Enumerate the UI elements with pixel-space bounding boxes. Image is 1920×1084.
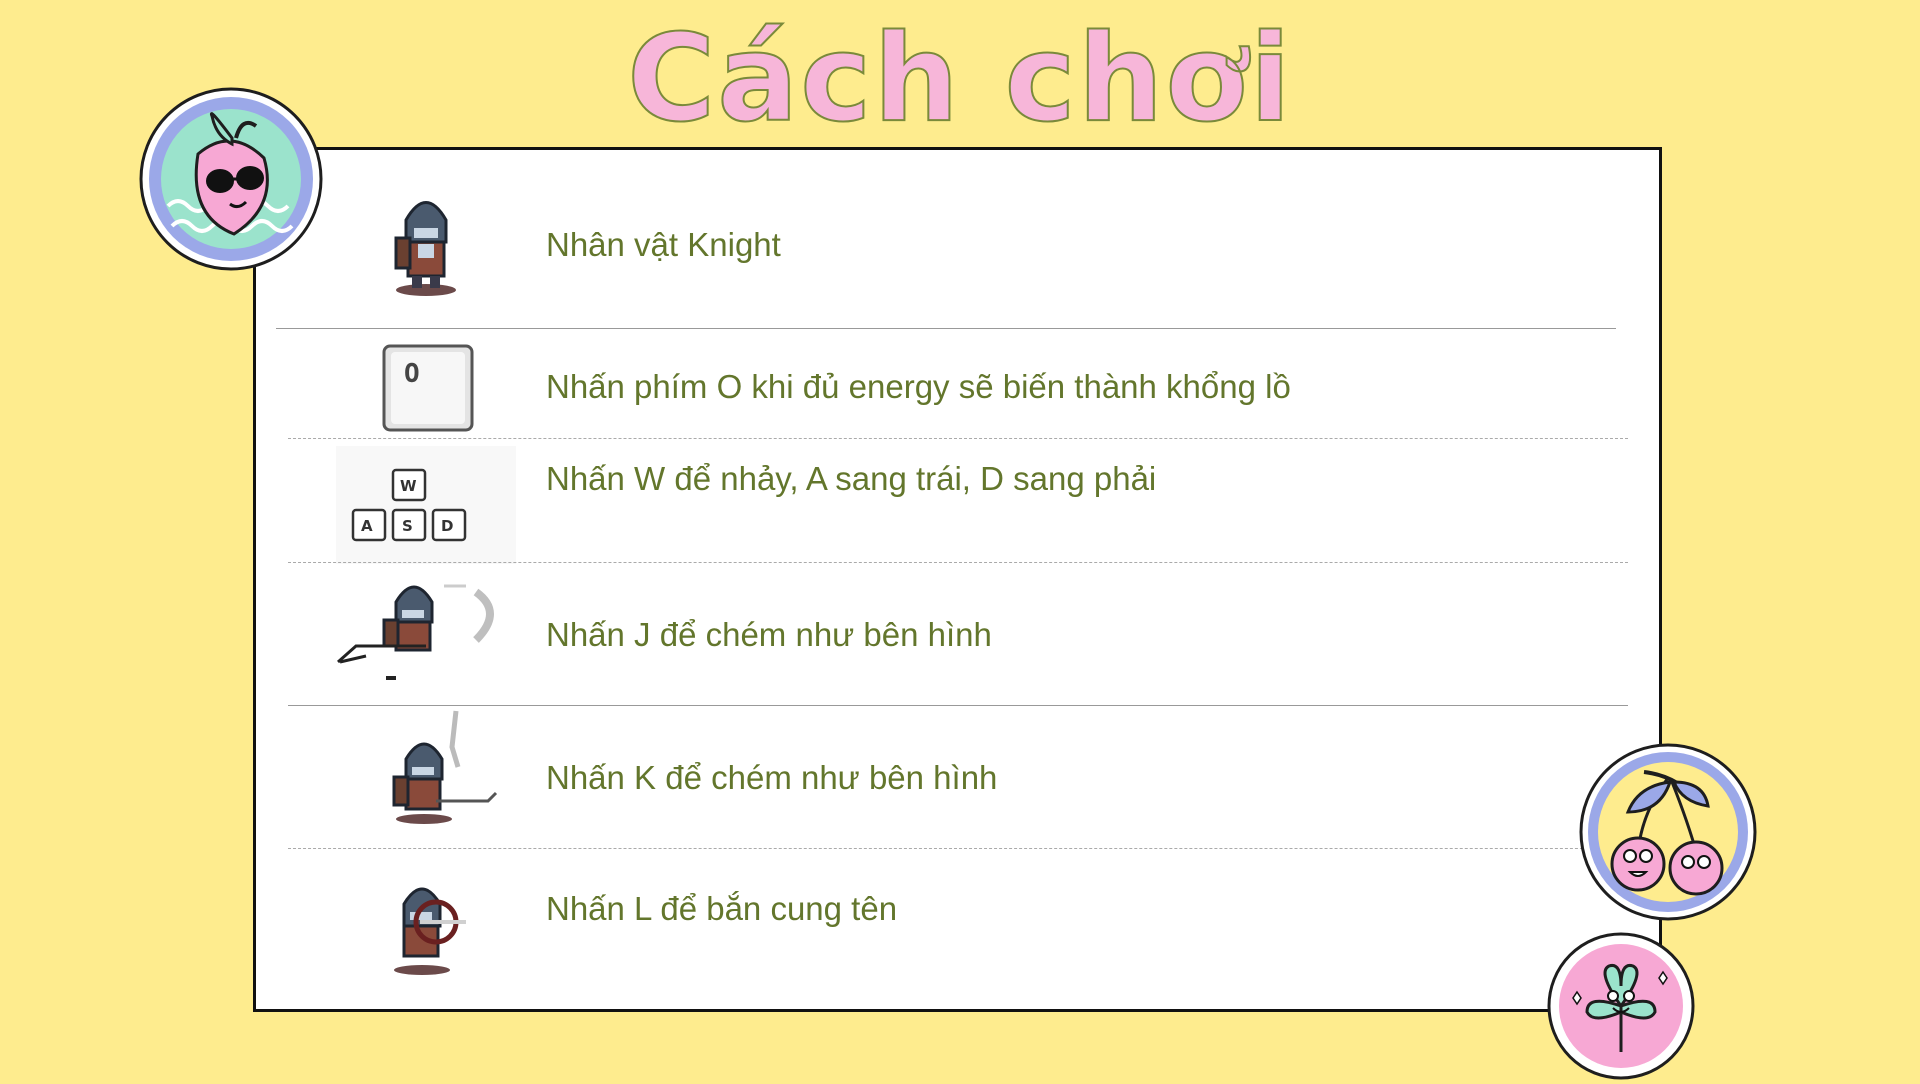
w-key-glyph: W xyxy=(400,477,417,495)
instruction-row: Nhấn L để bắn cung tên xyxy=(256,850,1659,1000)
a-key-glyph: A xyxy=(361,517,373,535)
instruction-row: Nhân vật Knight xyxy=(256,170,1659,320)
o-key-glyph: O xyxy=(404,359,420,389)
knight-character-icon xyxy=(336,180,516,300)
knight-bow-icon xyxy=(336,870,516,982)
cherries-sticker xyxy=(1578,742,1758,922)
knight-slash-j-icon xyxy=(326,572,506,690)
instruction-row: W A S D Nhấn W để nhảy, A sang trái, D s… xyxy=(256,440,1659,564)
instruction-label: Nhấn phím O khi đủ energy sẽ biến thành … xyxy=(546,368,1291,405)
instructions-panel: Nhân vật Knight O Nhấn phím O khi đủ ene… xyxy=(253,147,1662,1012)
s-key-glyph: S xyxy=(402,517,413,535)
instruction-label: Nhấn J để chém như bên hình xyxy=(546,616,992,653)
row-divider xyxy=(288,848,1628,849)
instruction-label: Nhân vật Knight xyxy=(546,226,781,263)
instruction-label: Nhấn K để chém như bên hình xyxy=(546,759,998,796)
instruction-row: Nhấn K để chém như bên hình xyxy=(256,707,1659,847)
row-divider xyxy=(288,705,1628,706)
instruction-label: Nhấn W để nhảy, A sang trái, D sang phải xyxy=(546,460,1157,497)
o-key-icon: O xyxy=(336,342,516,434)
knight-slash-k-icon xyxy=(336,707,516,835)
d-key-glyph: D xyxy=(441,517,453,535)
row-divider xyxy=(288,562,1628,563)
clover-sticker xyxy=(1547,932,1695,1080)
instruction-row: O Nhấn phím O khi đủ energy sẽ biến thàn… xyxy=(256,330,1659,440)
instruction-label: Nhấn L để bắn cung tên xyxy=(546,890,898,927)
row-divider xyxy=(288,438,1628,439)
instruction-row: Nhấn J để chém như bên hình xyxy=(256,564,1659,704)
wasd-keys-icon: W A S D xyxy=(336,446,516,564)
row-divider xyxy=(276,328,1616,329)
peach-sunglasses-sticker xyxy=(138,86,324,272)
